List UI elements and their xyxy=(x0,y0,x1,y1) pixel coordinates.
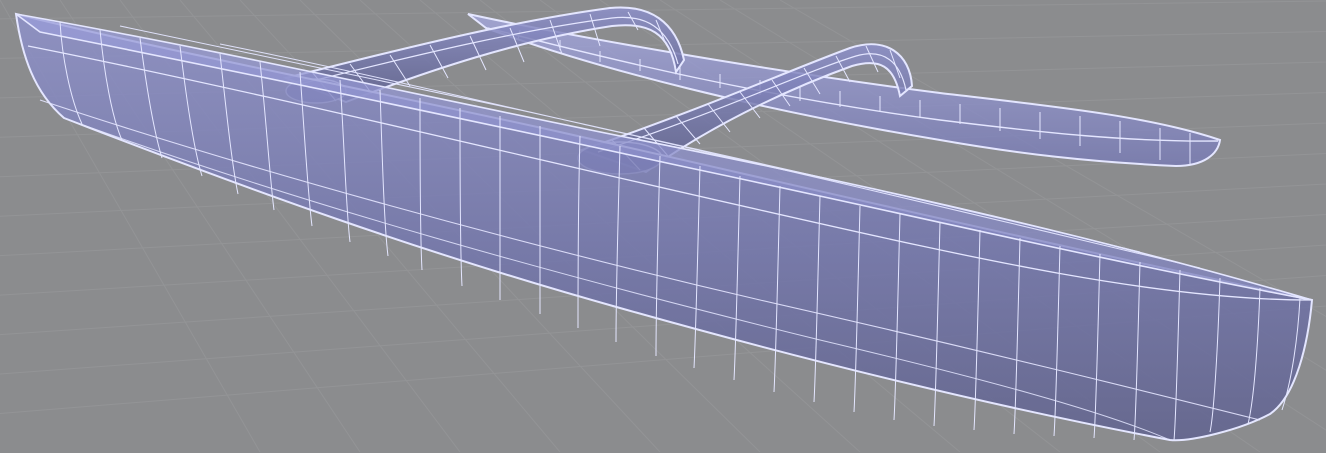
viewport-canvas[interactable] xyxy=(0,0,1326,452)
3d-viewport[interactable] xyxy=(0,0,1326,452)
